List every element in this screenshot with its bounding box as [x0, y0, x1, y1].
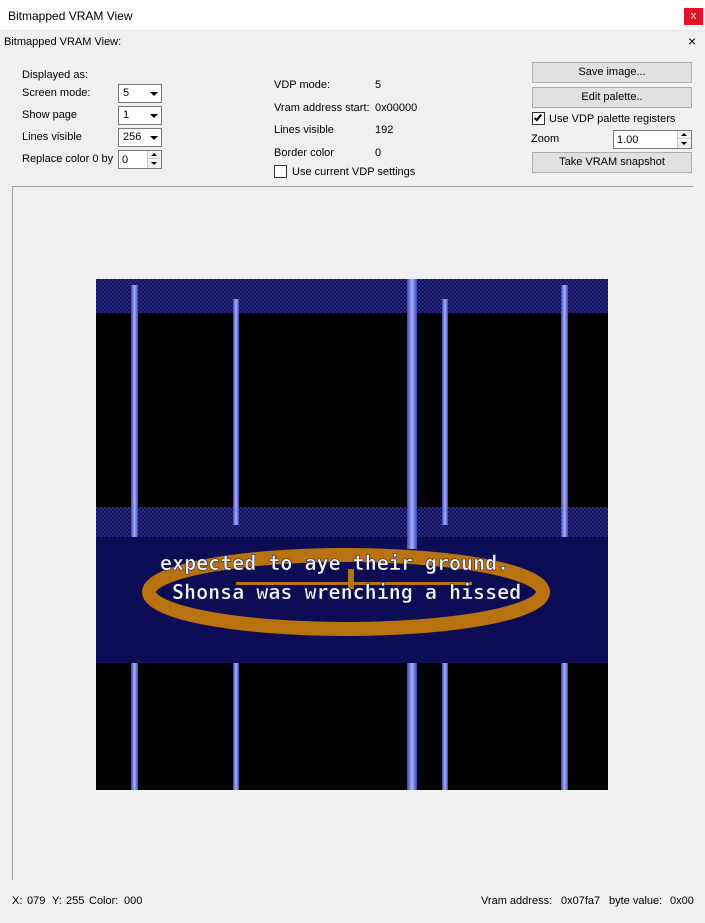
edit-palette-button[interactable]: Edit palette..: [532, 87, 692, 108]
lines-visible-info-value: 192: [375, 124, 394, 136]
border-color-label: Border color: [274, 147, 334, 159]
show-page-value: 1: [123, 109, 130, 121]
lines-visible-select[interactable]: 256: [118, 128, 162, 147]
vdp-mode-value: 5: [375, 79, 382, 91]
spin-down-icon[interactable]: [678, 140, 691, 148]
lines-visible-info-label: Lines visible: [274, 124, 334, 136]
chevron-down-icon: [150, 92, 158, 96]
screen-mode-label: Screen mode:: [22, 87, 91, 99]
status-x-label: X:: [12, 895, 23, 907]
save-image-button[interactable]: Save image...: [532, 62, 692, 83]
top-band: [96, 279, 608, 313]
use-current-vdp-label: Use current VDP settings: [292, 166, 416, 178]
window-close-button[interactable]: x: [684, 8, 703, 25]
vdp-mode-label: VDP mode:: [274, 79, 331, 91]
chevron-down-icon: [150, 136, 158, 140]
show-page-label: Show page: [22, 109, 78, 121]
replace-color-input[interactable]: [119, 151, 147, 168]
screen-text-line2: Shonsa was wrenching a hissed: [172, 580, 521, 604]
screen-mode-value: 5: [123, 87, 130, 99]
use-vdp-palette-checkbox[interactable]: [532, 112, 545, 125]
mid-dither-band: [96, 507, 608, 539]
use-current-vdp-checkbox[interactable]: [274, 165, 287, 178]
panel-close-icon[interactable]: ×: [688, 33, 696, 49]
status-color-label: Color:: [89, 895, 119, 907]
border-color-value: 0: [375, 147, 382, 159]
screen-mode-select[interactable]: 5: [118, 84, 162, 103]
zoom-label: Zoom: [531, 133, 560, 145]
lines-visible-label: Lines visible: [22, 131, 82, 143]
lines-visible-value: 256: [123, 131, 142, 143]
spin-up-icon[interactable]: [678, 131, 691, 139]
spin-buttons: [147, 151, 161, 168]
close-icon: x: [690, 10, 697, 22]
status-vram-address-value: 0x07fa7: [561, 895, 601, 907]
status-x-value: 079: [27, 895, 46, 907]
screen-text-line1: expected to aye their ground.: [160, 551, 509, 575]
status-y-value: 255: [66, 895, 85, 907]
vram-start-label: Vram address start:: [274, 102, 370, 114]
replace-color-spinbox[interactable]: [118, 150, 162, 169]
status-color-value: 000: [124, 895, 143, 907]
use-vdp-palette-label: Use VDP palette registers: [549, 113, 676, 125]
spin-buttons: [677, 131, 691, 148]
status-vram-address-label: Vram address:: [481, 895, 553, 907]
vram-start-value: 0x00000: [375, 102, 418, 114]
spin-down-icon[interactable]: [148, 160, 161, 168]
zoom-spinbox[interactable]: [613, 130, 692, 149]
status-y-label: Y:: [52, 895, 62, 907]
replace-color-label: Replace color 0 by: [22, 153, 114, 165]
take-vram-snapshot-button[interactable]: Take VRAM snapshot: [532, 152, 692, 173]
displayed-as-label: Displayed as:: [22, 69, 89, 81]
status-byte-value-label: byte value:: [609, 895, 663, 907]
window-title: Bitmapped VRAM View: [8, 9, 133, 23]
spin-up-icon[interactable]: [148, 151, 161, 159]
panel-header: Bitmapped VRAM View:: [4, 36, 122, 48]
show-page-select[interactable]: 1: [118, 106, 162, 125]
title-bar: Bitmapped VRAM View x: [0, 0, 705, 31]
checkmark-icon: [533, 112, 543, 122]
status-byte-value: 0x00: [670, 895, 694, 907]
vram-bitmap[interactable]: expected to aye their ground. Shonsa was…: [96, 279, 608, 790]
zoom-input[interactable]: [614, 131, 674, 148]
chevron-down-icon: [150, 114, 158, 118]
